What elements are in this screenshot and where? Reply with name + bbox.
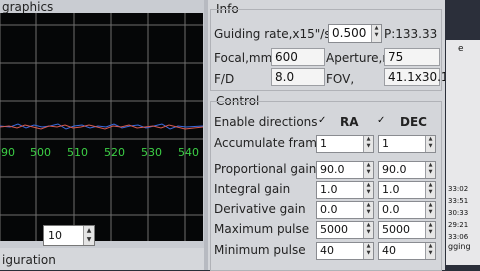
spin-arrows-icon[interactable]: ▲ ▼: [425, 202, 435, 218]
dec-value-input[interactable]: 90.0 ▲ ▼: [378, 161, 436, 179]
log-line: 29:21: [448, 221, 469, 229]
ra-checkbox[interactable]: ✓: [318, 116, 328, 126]
graph-display-spinbox[interactable]: 10 ▲ ▼: [43, 225, 95, 246]
x-tick-label: 520: [104, 146, 125, 159]
input-value: 1: [382, 137, 389, 150]
input-value: 90.0: [382, 163, 407, 176]
spin-arrows-icon[interactable]: ▲ ▼: [425, 222, 435, 238]
focal-label: Focal,mm: [214, 51, 273, 65]
focal-value: 600: [271, 48, 325, 66]
control-row-label: Accumulate frames: [214, 136, 331, 150]
aperture-value: 75: [384, 48, 440, 66]
log-side-letter: e: [458, 44, 464, 54]
spin-arrows-icon[interactable]: ▲ ▼: [363, 136, 373, 152]
log-line: 33:02: [448, 185, 469, 193]
control-row-label: Minimum pulse: [214, 243, 306, 257]
dec-label: DEC: [400, 115, 427, 129]
spin-arrows-icon[interactable]: ▲ ▼: [363, 222, 373, 238]
log-line: 30:33: [448, 209, 469, 217]
control-row-label: Proportional gain: [214, 162, 317, 176]
spin-arrows-icon[interactable]: ▲ ▼: [363, 162, 373, 178]
x-tick-label: 500: [30, 146, 51, 159]
x-tick-label: 530: [141, 146, 162, 159]
graph-grid: [0, 13, 203, 241]
dec-checkbox[interactable]: ✓: [377, 116, 387, 126]
ra-value-input[interactable]: 90.0 ▲ ▼: [316, 161, 374, 179]
spin-arrows-icon[interactable]: ▲ ▼: [425, 182, 435, 198]
log-footer: gging: [448, 242, 471, 251]
x-tick-label: 490: [0, 146, 15, 159]
input-value: 0.0: [382, 203, 400, 216]
spin-arrows-icon[interactable]: ▲ ▼: [425, 243, 435, 259]
x-tick-label: 510: [67, 146, 88, 159]
spin-arrows-icon[interactable]: ▲ ▼: [363, 243, 373, 259]
graph-svg: 490 500 510 520 530 540: [0, 13, 203, 241]
guiding-rate-input[interactable]: 0.500 ▲ ▼: [328, 24, 382, 43]
control-row-label: Integral gain: [214, 182, 291, 196]
ra-value-input[interactable]: 5000 ▲ ▼: [316, 221, 374, 239]
aperture-label: Aperture,n: [326, 51, 390, 65]
x-tick-label: 540: [178, 146, 199, 159]
spin-arrows-icon[interactable]: ▲ ▼: [83, 226, 94, 245]
graphics-title: graphics: [2, 0, 54, 14]
settings-panel: Info Guiding rate,x15"/sec 0.500 ▲ ▼ P:13…: [208, 0, 449, 271]
dec-value-input[interactable]: 1.0 ▲ ▼: [378, 181, 436, 199]
guiding-rate-label: Guiding rate,x15"/sec: [214, 27, 345, 41]
dec-value-input[interactable]: 1 ▲ ▼: [378, 135, 436, 153]
control-row-label: Derivative gain: [214, 202, 306, 216]
input-value: 1: [320, 137, 327, 150]
dec-value-input[interactable]: 40 ▲ ▼: [378, 242, 436, 260]
guiding-rate-arrows-icon[interactable]: ▲ ▼: [371, 25, 381, 42]
input-value: 90.0: [320, 163, 345, 176]
configuration-title: iguration: [2, 253, 56, 267]
input-value: 1.0: [382, 183, 400, 196]
ra-value-input[interactable]: 1.0 ▲ ▼: [316, 181, 374, 199]
ra-value-input[interactable]: 1 ▲ ▼: [316, 135, 374, 153]
input-value: 40: [320, 244, 334, 257]
ra-value-input[interactable]: 40 ▲ ▼: [316, 242, 374, 260]
log-line: 33:51: [448, 197, 469, 205]
display-count-value: 10: [48, 229, 62, 242]
enable-directions-label: Enable directions: [214, 115, 318, 129]
log-line: 33:06: [448, 233, 469, 241]
p-value: P:133.33: [384, 27, 438, 41]
input-value: 5000: [320, 223, 348, 236]
ra-value-input[interactable]: 0.0 ▲ ▼: [316, 201, 374, 219]
control-row-label: Maximum pulse: [214, 222, 310, 236]
spin-arrows-icon[interactable]: ▲ ▼: [425, 136, 435, 152]
fd-label: F/D: [214, 72, 235, 86]
input-value: 40: [382, 244, 396, 257]
spin-arrows-icon[interactable]: ▲ ▼: [363, 202, 373, 218]
input-value: 1.0: [320, 183, 338, 196]
fd-value: 8.0: [271, 68, 325, 86]
fov-label: FOV,: [326, 72, 355, 86]
dec-value-input[interactable]: 0.0 ▲ ▼: [378, 201, 436, 219]
x-tick-labels: 490 500 510 520 530 540: [0, 146, 199, 159]
spin-arrows-icon[interactable]: ▲ ▼: [363, 182, 373, 198]
ra-label: RA: [340, 115, 359, 129]
guiding-graph: 490 500 510 520 530 540: [0, 13, 203, 241]
log-panel: e 33:02 33:51 30:33 29:21 33:06 gging: [446, 40, 480, 265]
dec-value-input[interactable]: 5000 ▲ ▼: [378, 221, 436, 239]
input-value: 0.0: [320, 203, 338, 216]
input-value: 5000: [382, 223, 410, 236]
spin-arrows-icon[interactable]: ▲ ▼: [425, 162, 435, 178]
fov-value: 41.1x30.1: [384, 68, 449, 86]
